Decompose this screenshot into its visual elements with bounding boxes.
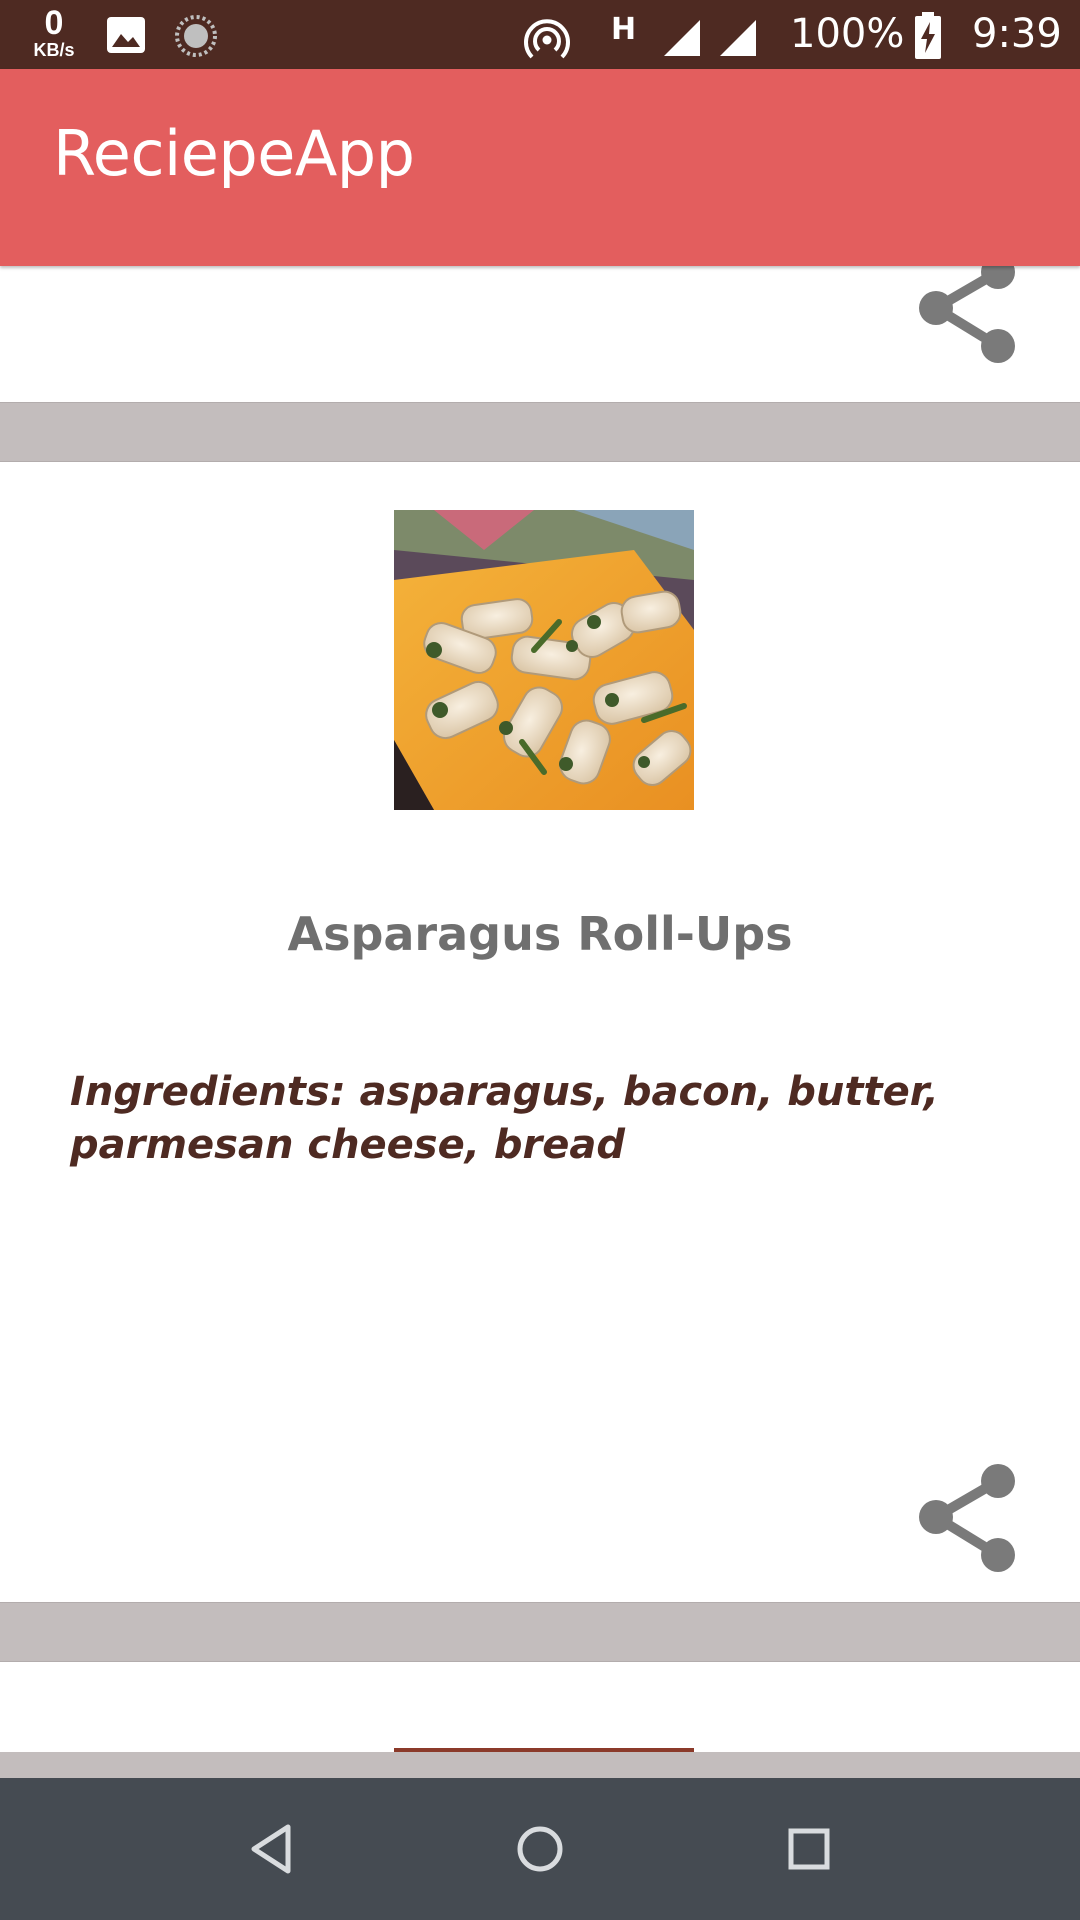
- card-divider: [0, 402, 1080, 462]
- hotspot-icon: [524, 19, 570, 59]
- back-icon: [251, 1824, 291, 1874]
- network-type: H: [611, 12, 637, 47]
- recipe-card[interactable]: Asparagus Roll-Ups Ingredients: asparagu…: [0, 462, 1080, 1602]
- app-bar: ReciepeApp: [0, 69, 1080, 266]
- card-divider: [0, 1752, 1080, 1778]
- share-button[interactable]: [908, 1457, 1018, 1577]
- previous-recipe-card[interactable]: [0, 255, 1080, 402]
- battery-percentage: 100%: [790, 11, 905, 57]
- battery-charging-icon: [915, 12, 941, 59]
- app-title: ReciepeApp: [53, 117, 415, 190]
- sync-icon: [175, 15, 217, 57]
- recents-icon: [788, 1828, 830, 1870]
- recipe-photo: [394, 510, 694, 810]
- recipe-ingredients: Ingredients: asparagus, bacon, butter, p…: [70, 1069, 939, 1168]
- card-divider: [0, 1602, 1080, 1662]
- back-button[interactable]: [236, 1813, 308, 1885]
- network-speed-unit: KB/s: [33, 40, 75, 60]
- screen: 0 KB/s H 100% 9:39 ReciepeApp Asparagus …: [0, 0, 1080, 1920]
- recipe-title: Asparagus Roll-Ups: [287, 907, 793, 961]
- home-icon: [517, 1826, 563, 1872]
- network-speed-value: 0: [44, 4, 64, 42]
- clock: 9:39: [972, 11, 1062, 57]
- share-button[interactable]: [908, 248, 1018, 368]
- next-recipe-card[interactable]: [0, 1662, 1080, 1752]
- recents-button[interactable]: [773, 1813, 845, 1885]
- network-speed: 0 KB/s: [24, 6, 84, 59]
- share-icon: [919, 255, 1015, 363]
- image-icon: [107, 17, 145, 53]
- status-bar: 0 KB/s H 100% 9:39: [0, 0, 1080, 69]
- home-button[interactable]: [504, 1813, 576, 1885]
- signal-icon: [664, 20, 700, 56]
- signal-icon: [720, 20, 756, 56]
- navigation-bar: [0, 1778, 1080, 1920]
- share-icon: [919, 1464, 1015, 1572]
